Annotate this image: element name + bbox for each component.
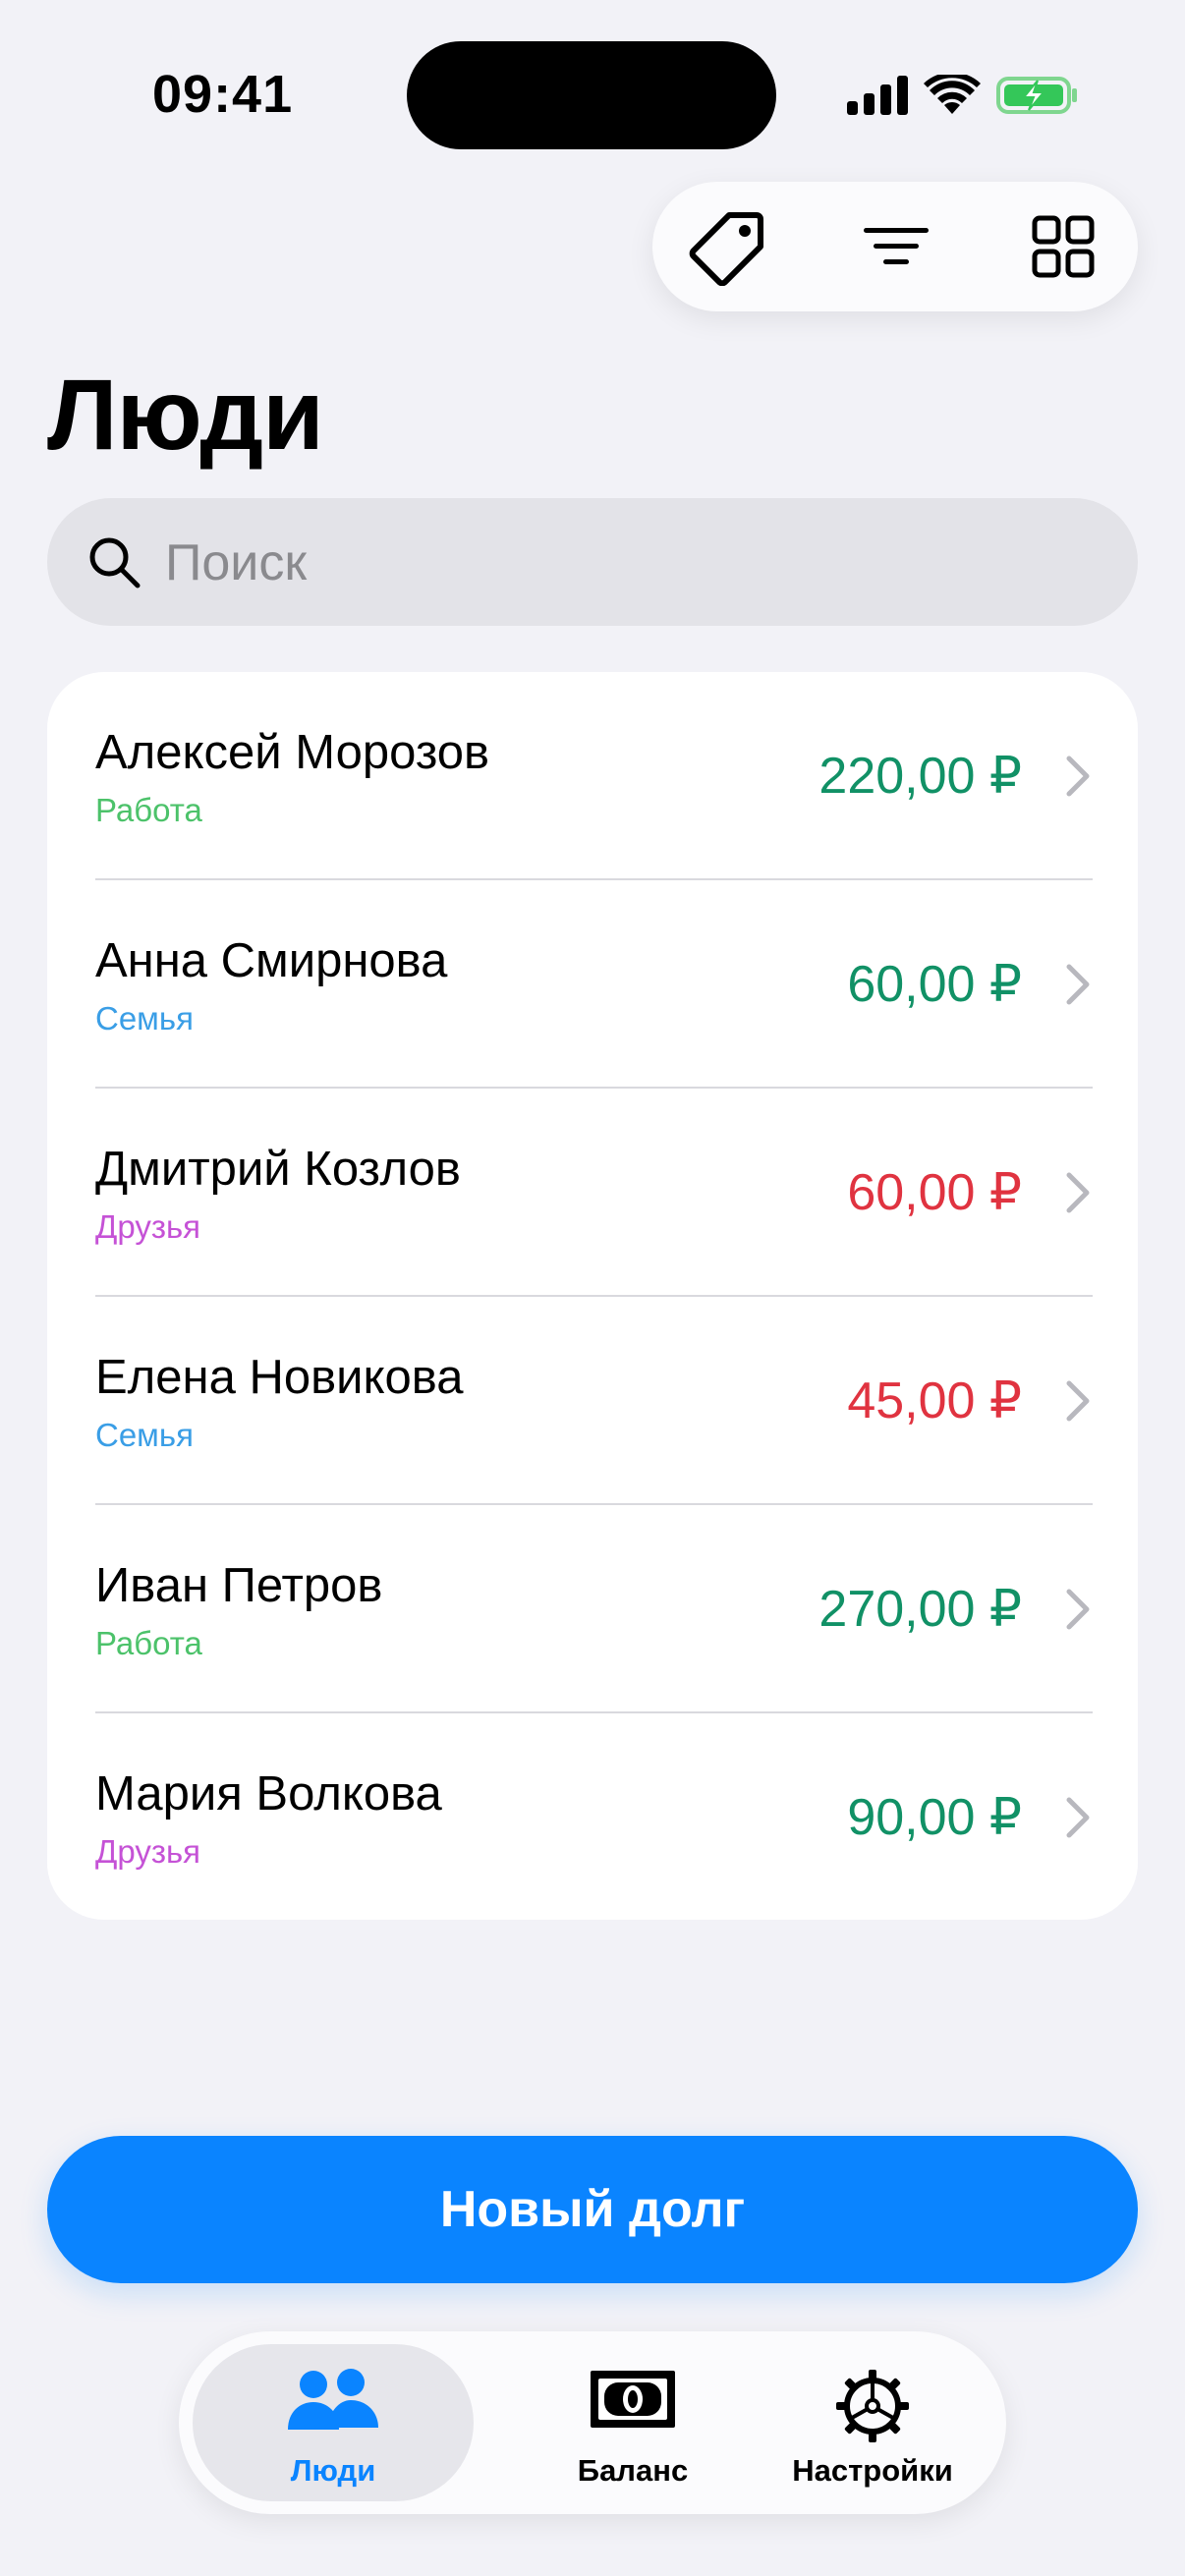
debt-amount: 220,00 ₽ [818,748,1022,805]
tab-people-label: Люди [290,2453,376,2488]
people-icon [288,2369,378,2430]
person-group: Работа [95,1625,202,1661]
search-input[interactable] [163,518,1110,608]
status-icons [847,71,1079,120]
filter-button[interactable] [831,182,961,311]
list-item[interactable]: Иван Петров Работа 270,00 ₽ [47,1505,1138,1713]
page-title: Люди [47,359,324,471]
debt-amount: 90,00 ₽ [847,1789,1022,1846]
chevron-right-icon [1066,1589,1090,1630]
tab-people[interactable]: Люди [193,2331,474,2514]
cellular-signal-icon [847,76,908,115]
person-name: Дмитрий Козлов [95,1143,461,1196]
person-group: Друзья [95,1208,201,1245]
new-debt-button[interactable]: Новый долг [47,2136,1138,2283]
status-time: 09:41 [152,65,294,124]
debt-amount: 60,00 ₽ [847,956,1022,1013]
search-icon [89,537,141,588]
tab-settings[interactable]: Настройки [753,2331,992,2514]
debt-amount: 45,00 ₽ [847,1372,1022,1429]
battery-charging-icon [996,77,1077,114]
person-name: Мария Волкова [95,1767,442,1820]
dynamic-island [407,41,776,149]
chevron-right-icon [1066,756,1090,797]
gear-icon [836,2370,909,2442]
wifi-icon [924,75,981,114]
person-name: Алексей Морозов [95,726,490,779]
list-item[interactable]: Елена Новикова Семья 45,00 ₽ [47,1297,1138,1505]
chevron-right-icon [1066,1797,1090,1838]
grid-icon [1032,215,1095,278]
toolbar [652,182,1138,311]
list-item[interactable]: Дмитрий Козлов Друзья 60,00 ₽ [47,1089,1138,1297]
person-group: Работа [95,792,202,828]
person-name: Анна Смирнова [95,934,448,987]
banknote-icon [591,2371,675,2428]
tag-button[interactable] [662,182,792,311]
filter-lines-icon [864,228,929,264]
tab-balance[interactable]: Баланс [493,2331,772,2514]
tab-bar: Люди Баланс Настройки [179,2331,1006,2514]
grid-view-button[interactable] [998,182,1128,311]
status-bar: 09:41 [0,0,1185,187]
list-item[interactable]: Алексей Морозов Работа 220,00 ₽ [47,672,1138,880]
chevron-right-icon [1066,1172,1090,1213]
person-group: Друзья [95,1833,201,1870]
person-name: Елена Новикова [95,1351,464,1404]
people-list: Алексей Морозов Работа 220,00 ₽ Анна Смирно… [47,672,1138,1920]
list-item[interactable]: Анна Смирнова Семья 60,00 ₽ [47,880,1138,1089]
chevron-right-icon [1066,964,1090,1005]
debt-amount: 270,00 ₽ [818,1581,1022,1638]
chevron-right-icon [1066,1380,1090,1422]
person-group: Семья [95,1000,194,1036]
tag-icon [689,212,763,286]
debt-amount: 60,00 ₽ [847,1164,1022,1221]
list-item[interactable]: Мария Волкова Друзья 90,00 ₽ [47,1713,1138,1920]
tab-settings-label: Настройки [792,2453,953,2488]
tab-balance-label: Баланс [577,2453,689,2488]
search-bar[interactable] [47,498,1138,626]
person-group: Семья [95,1417,194,1453]
person-name: Иван Петров [95,1559,383,1612]
